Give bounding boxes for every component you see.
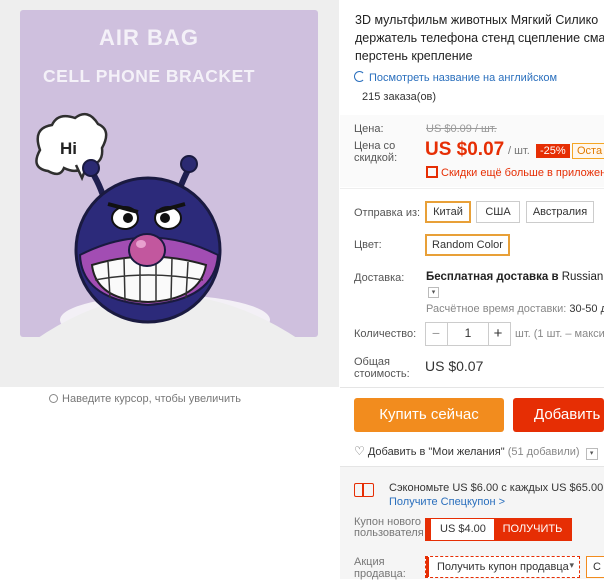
translate-title-link[interactable]: Посмотреть название на английском bbox=[354, 71, 557, 84]
quantity-label: Количество: bbox=[354, 328, 417, 340]
seller-coupon-dropdown[interactable]: Получить купон продавца ▾ bbox=[425, 556, 580, 578]
save-coupon-text: Сэкономьте US $6.00 с каждых US $65.00 bbox=[389, 482, 604, 494]
magnifier-icon bbox=[49, 394, 59, 403]
ship-from-label: Отправка из: bbox=[354, 207, 421, 219]
product-title-line-3: перстень крепление bbox=[355, 49, 473, 63]
svg-text:Hi: Hi bbox=[60, 139, 77, 158]
product-image[interactable]: AIR BAG CELL PHONE BRACKET Hi bbox=[0, 0, 339, 387]
cartoon-phone-holder-illustration: Hi bbox=[35, 112, 300, 387]
seller-promo-label: Акция продавца: bbox=[354, 556, 406, 580]
quantity-input[interactable]: 1 bbox=[447, 322, 489, 346]
delivery-label: Доставка: bbox=[354, 272, 405, 284]
divider bbox=[340, 188, 604, 189]
get-new-user-coupon-button[interactable]: ПОЛУЧИТЬ bbox=[494, 519, 571, 540]
current-price: US $0.07 bbox=[425, 139, 505, 160]
ship-from-china[interactable]: Китай bbox=[425, 201, 471, 223]
translate-icon bbox=[354, 71, 365, 82]
new-user-coupon-label: Купон нового пользователя bbox=[354, 516, 424, 539]
price-unit: / шт. bbox=[508, 145, 530, 157]
new-user-coupon-amount: US $4.00 bbox=[440, 523, 486, 535]
add-to-wishlist-link[interactable]: ♡ Добавить в "Мои желания" (51 добавили)… bbox=[354, 444, 598, 460]
orders-count: 215 заказа(ов) bbox=[362, 91, 437, 103]
discount-badge: -25% bbox=[536, 144, 570, 158]
quantity-plus-button[interactable]: + bbox=[487, 322, 509, 346]
delivery-dropdown-chevron-icon[interactable]: ▾ bbox=[428, 287, 439, 298]
seller-coupon-dropdown-label: Получить купон продавца bbox=[437, 561, 569, 573]
delivery-info: Бесплатная доставка в Russian Fed bbox=[426, 271, 604, 283]
zoom-hint: Наведите курсор, чтобы увеличить bbox=[0, 393, 290, 405]
divider bbox=[340, 387, 604, 388]
discount-price-label: Цена со скидкой: bbox=[354, 140, 398, 164]
product-title-line-2: держатель телефона стенд сцепление сма bbox=[355, 31, 604, 45]
get-coupon-link[interactable]: Получите Спецкупон > bbox=[389, 496, 505, 508]
ship-from-usa[interactable]: США bbox=[476, 201, 520, 223]
color-option-random[interactable]: Random Color bbox=[425, 234, 510, 256]
quantity-minus-button[interactable]: − bbox=[425, 322, 447, 346]
countdown-badge: Оста bbox=[572, 143, 604, 159]
color-label: Цвет: bbox=[354, 239, 382, 251]
chevron-down-icon: ▾ bbox=[585, 448, 598, 460]
product-title-line-1: 3D мультфильм животных Мягкий Силико bbox=[355, 13, 599, 27]
price-label: Цена: bbox=[354, 123, 384, 135]
quantity-note: шт. (1 шт. – макси bbox=[515, 328, 604, 340]
seller-coupon-partial[interactable]: С bbox=[586, 556, 604, 578]
total-price: US $0.07 bbox=[425, 358, 484, 374]
total-label: Общая стоимость: bbox=[354, 356, 410, 380]
add-to-cart-button[interactable]: Добавить bbox=[513, 398, 604, 432]
app-discount-link[interactable]: Скидки ещё больше в приложени bbox=[426, 166, 604, 179]
heart-icon: ♡ bbox=[354, 444, 365, 458]
old-price: US $0.09 / шт. bbox=[426, 123, 497, 135]
delivery-estimate: Расчётное время доставки: 30-50 дн bbox=[426, 303, 604, 315]
new-user-coupon: US $4.00 ПОЛУЧИТЬ bbox=[425, 518, 572, 541]
ship-from-australia[interactable]: Австралия bbox=[526, 201, 594, 223]
buy-now-button[interactable]: Купить сейчас bbox=[354, 398, 504, 432]
chevron-down-icon: ▾ bbox=[569, 560, 574, 570]
coupon-icon bbox=[354, 483, 374, 497]
qr-code-icon bbox=[426, 166, 438, 178]
